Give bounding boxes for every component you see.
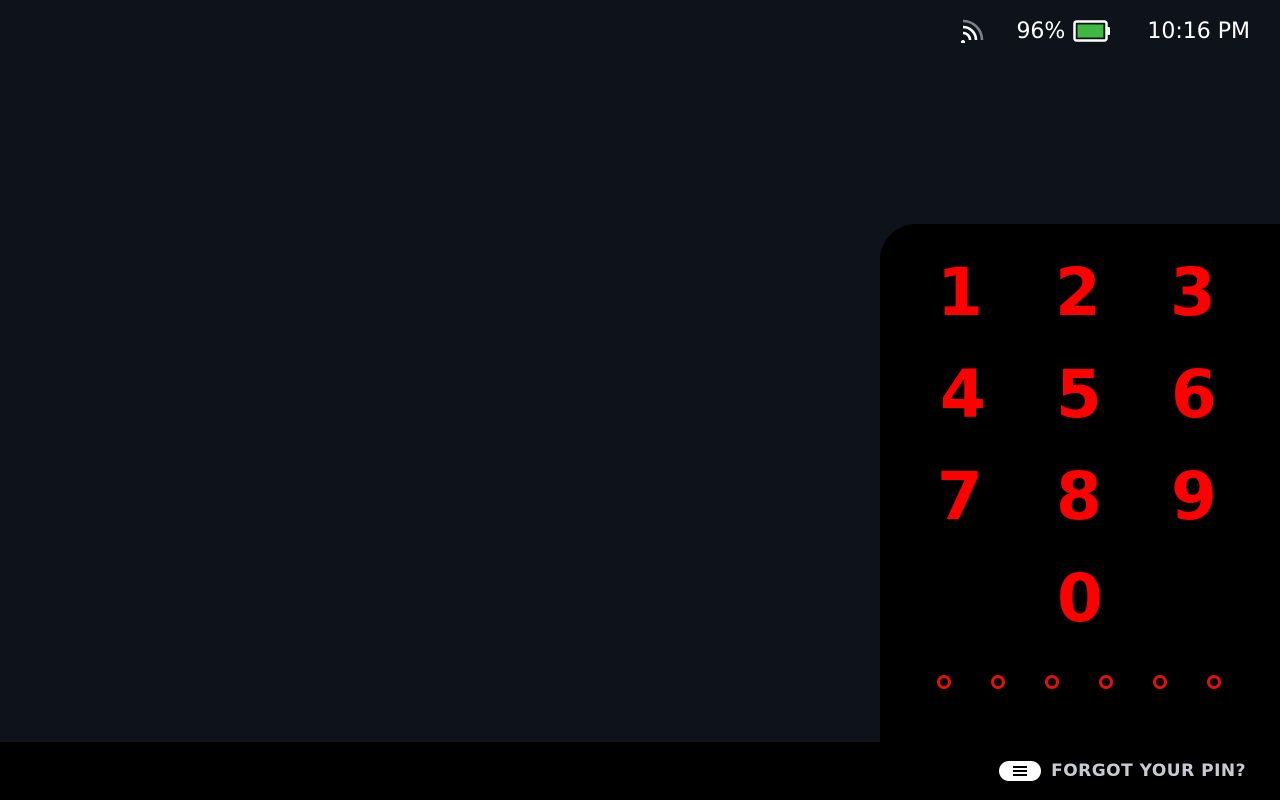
key-6[interactable]: 6 [1144,350,1244,440]
key-3[interactable]: 3 [1143,248,1243,338]
pin-dot-3 [1045,675,1059,689]
key-0[interactable]: 0 [1030,554,1130,644]
pin-dot-5 [1153,675,1167,689]
pin-dot-4 [1099,675,1113,689]
key-9[interactable]: 9 [1144,452,1244,542]
clock: 10:16 PM [1147,18,1250,44]
forgot-pin-label: FORGOT YOUR PIN? [1051,761,1246,781]
key-8[interactable]: 8 [1029,452,1129,542]
key-2[interactable]: 2 [1028,248,1128,338]
battery-percentage: 96% [1016,18,1066,44]
pin-keypad: 1 2 3 4 5 6 7 8 9 0 [880,224,1280,742]
pin-dot-2 [991,675,1005,689]
key-5[interactable]: 5 [1029,350,1129,440]
pin-dot-1 [937,675,951,689]
forgot-pin-button[interactable]: FORGOT YOUR PIN? [999,742,1246,800]
key-1[interactable]: 1 [910,248,1010,338]
key-7[interactable]: 7 [910,452,1010,542]
menu-button-icon [999,761,1042,781]
status-bar: 96% 10:16 PM [960,0,1280,62]
key-4[interactable]: 4 [913,350,1013,440]
footer-bar: FORGOT YOUR PIN? [0,742,1280,800]
battery-fill [1077,24,1104,38]
pin-dot-6 [1207,675,1221,689]
lock-screen: 96% 10:16 PM 1 2 3 4 5 6 7 8 9 0 FORGOT … [0,0,1280,800]
wifi-signal-icon [961,19,984,43]
battery-icon [1073,20,1111,42]
